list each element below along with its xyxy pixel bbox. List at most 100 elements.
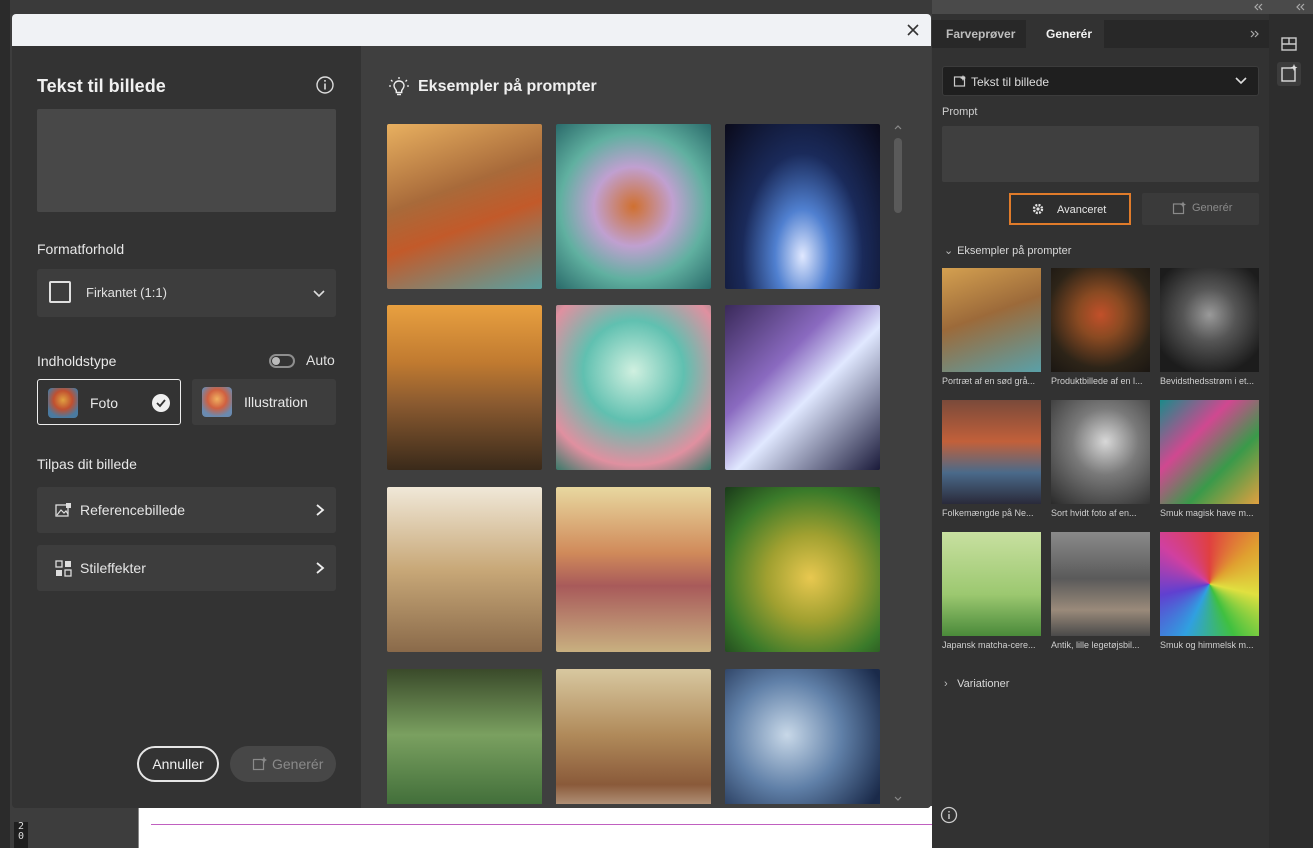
aspect-ratio-heading: Formatforhold [37, 241, 125, 257]
chevron-right-icon [316, 504, 325, 516]
panel-collapse-icon[interactable] [1249, 28, 1261, 40]
example-image[interactable] [725, 124, 880, 289]
thumbnail-caption: Bevidsthedsstrøm i et... [1160, 376, 1255, 386]
variations-section-toggle[interactable]: › Variationer [944, 678, 1009, 690]
advanced-button-label: Avanceret [1057, 204, 1107, 216]
square-icon [49, 281, 71, 303]
aspect-ratio-select[interactable]: Firkantet (1:1) [37, 269, 336, 317]
collapse-arrows-icon[interactable] [1252, 2, 1264, 12]
chevron-down-icon: ⌄ [944, 245, 954, 257]
app-top-strip [0, 0, 932, 14]
example-thumbnail[interactable]: Portræt af en sød grå... [942, 268, 1041, 386]
reference-image-row[interactable]: Referencebillede [37, 487, 336, 533]
tools-toolbar [0, 0, 10, 848]
style-effects-label: Stileffekter [80, 560, 146, 576]
example-image[interactable] [387, 669, 542, 804]
reference-image-icon [55, 503, 71, 517]
thumbnail-image [1051, 400, 1150, 504]
margin-guide [151, 824, 932, 825]
content-type-illustration[interactable]: Illustration [192, 379, 336, 425]
aspect-ratio-value: Firkantet (1:1) [86, 285, 167, 300]
example-thumbnail[interactable]: Produktbillede af en l... [1051, 268, 1150, 386]
example-image[interactable] [556, 124, 711, 289]
example-image[interactable] [387, 305, 542, 470]
thumbnail-image [1160, 532, 1259, 636]
example-thumbnail[interactable]: Sort hvidt foto af en... [1051, 400, 1150, 518]
chevron-right-icon: › [944, 678, 948, 690]
advanced-button[interactable]: Avanceret [1009, 193, 1131, 225]
generate-panel-icon[interactable] [1277, 62, 1301, 86]
chevron-right-icon [316, 562, 325, 574]
style-effects-row[interactable]: Stileffekter [37, 545, 336, 591]
tab-generate-label: Generér [1046, 27, 1093, 41]
content-type-photo[interactable]: Foto [37, 379, 181, 425]
prompt-textarea[interactable] [37, 109, 336, 212]
mode-select-value: Tekst til billede [971, 75, 1050, 89]
panel-generate-button[interactable]: Generér [1142, 193, 1259, 225]
info-icon[interactable] [315, 75, 335, 95]
cancel-button[interactable]: Annuller [137, 746, 219, 782]
example-image[interactable] [556, 487, 711, 652]
thumbnail-image [942, 532, 1041, 636]
layout-icon[interactable] [1277, 32, 1301, 56]
chevron-down-icon [313, 290, 325, 298]
close-icon[interactable] [905, 22, 921, 38]
thumbnail-caption: Folkemængde på Ne... [942, 508, 1034, 518]
toggle-knob [272, 357, 280, 365]
scroll-up-icon[interactable] [894, 124, 902, 130]
example-thumbnail[interactable]: Japansk matcha-cere... [942, 532, 1041, 650]
prompt-input[interactable] [942, 126, 1259, 182]
example-image[interactable] [725, 487, 880, 652]
thumbnail-caption: Japansk matcha-cere... [942, 640, 1036, 650]
scroll-down-icon[interactable] [894, 796, 902, 802]
thumbnail-image [942, 400, 1041, 504]
panel-generate-label: Generér [1192, 202, 1233, 214]
thumbnail-image [1160, 400, 1259, 504]
scroll-thumb[interactable] [894, 138, 902, 213]
mode-select[interactable]: Tekst til billede [942, 66, 1259, 96]
info-icon[interactable] [940, 806, 958, 824]
example-image[interactable] [387, 487, 542, 652]
chevron-down-icon [1235, 77, 1247, 85]
thumbnail-caption: Portræt af en sød grå... [942, 376, 1036, 386]
thumbnail-image [1160, 268, 1259, 372]
panel-icon-strip [1269, 14, 1313, 848]
example-image[interactable] [387, 124, 542, 289]
tab-generate[interactable]: Generér [1026, 20, 1105, 48]
content-type-illustration-label: Illustration [244, 394, 308, 410]
text-to-image-icon [953, 75, 966, 87]
examples-grid [387, 124, 882, 804]
example-image[interactable] [556, 669, 711, 804]
collapse-arrows-icon[interactable] [1294, 2, 1306, 12]
thumbnail-caption: Produktbillede af en l... [1051, 376, 1143, 386]
example-thumbnail[interactable]: Smuk og himmelsk m... [1160, 532, 1259, 650]
thumbnail-caption: Sort hvidt foto af en... [1051, 508, 1137, 518]
balloon-photo-icon [48, 388, 78, 418]
settings-pane: Tekst til billede Formatforhold Firkante… [12, 46, 361, 808]
examples-title: Eksempler på prompter [418, 78, 597, 95]
example-thumbnail[interactable]: Bevidsthedsstrøm i et... [1160, 268, 1259, 386]
thumbnail-image [942, 268, 1041, 372]
panel-tabs: Farveprøver Generér [932, 20, 1269, 48]
example-thumbnail[interactable]: Antik, lille legetøjsbil... [1051, 532, 1150, 650]
gear-icon [1032, 203, 1044, 215]
lightbulb-icon [389, 77, 409, 96]
thumbnail-caption: Antik, lille legetøjsbil... [1051, 640, 1140, 650]
checkmark-icon [152, 394, 170, 412]
variations-section-label: Variationer [957, 678, 1010, 690]
example-image[interactable] [725, 305, 880, 470]
auto-toggle[interactable] [269, 354, 295, 368]
example-thumbnail[interactable]: Smuk magisk have m... [1160, 400, 1259, 518]
thumbnail-caption: Smuk magisk have m... [1160, 508, 1254, 518]
tab-swatches[interactable]: Farveprøver [934, 20, 1027, 48]
example-thumbnail[interactable]: Folkemængde på Ne... [942, 400, 1041, 518]
generate-icon [1172, 201, 1186, 215]
generate-button[interactable]: Generér [230, 746, 336, 782]
examples-section-toggle[interactable]: ⌄ Eksempler på prompter [944, 244, 1071, 257]
example-image[interactable] [725, 669, 880, 804]
dialog-title: Tekst til billede [37, 76, 166, 96]
examples-scrollbar[interactable] [891, 124, 905, 804]
examples-section-label: Eksempler på prompter [957, 245, 1072, 257]
example-image[interactable] [556, 305, 711, 470]
generate-button-label: Generér [272, 756, 324, 772]
